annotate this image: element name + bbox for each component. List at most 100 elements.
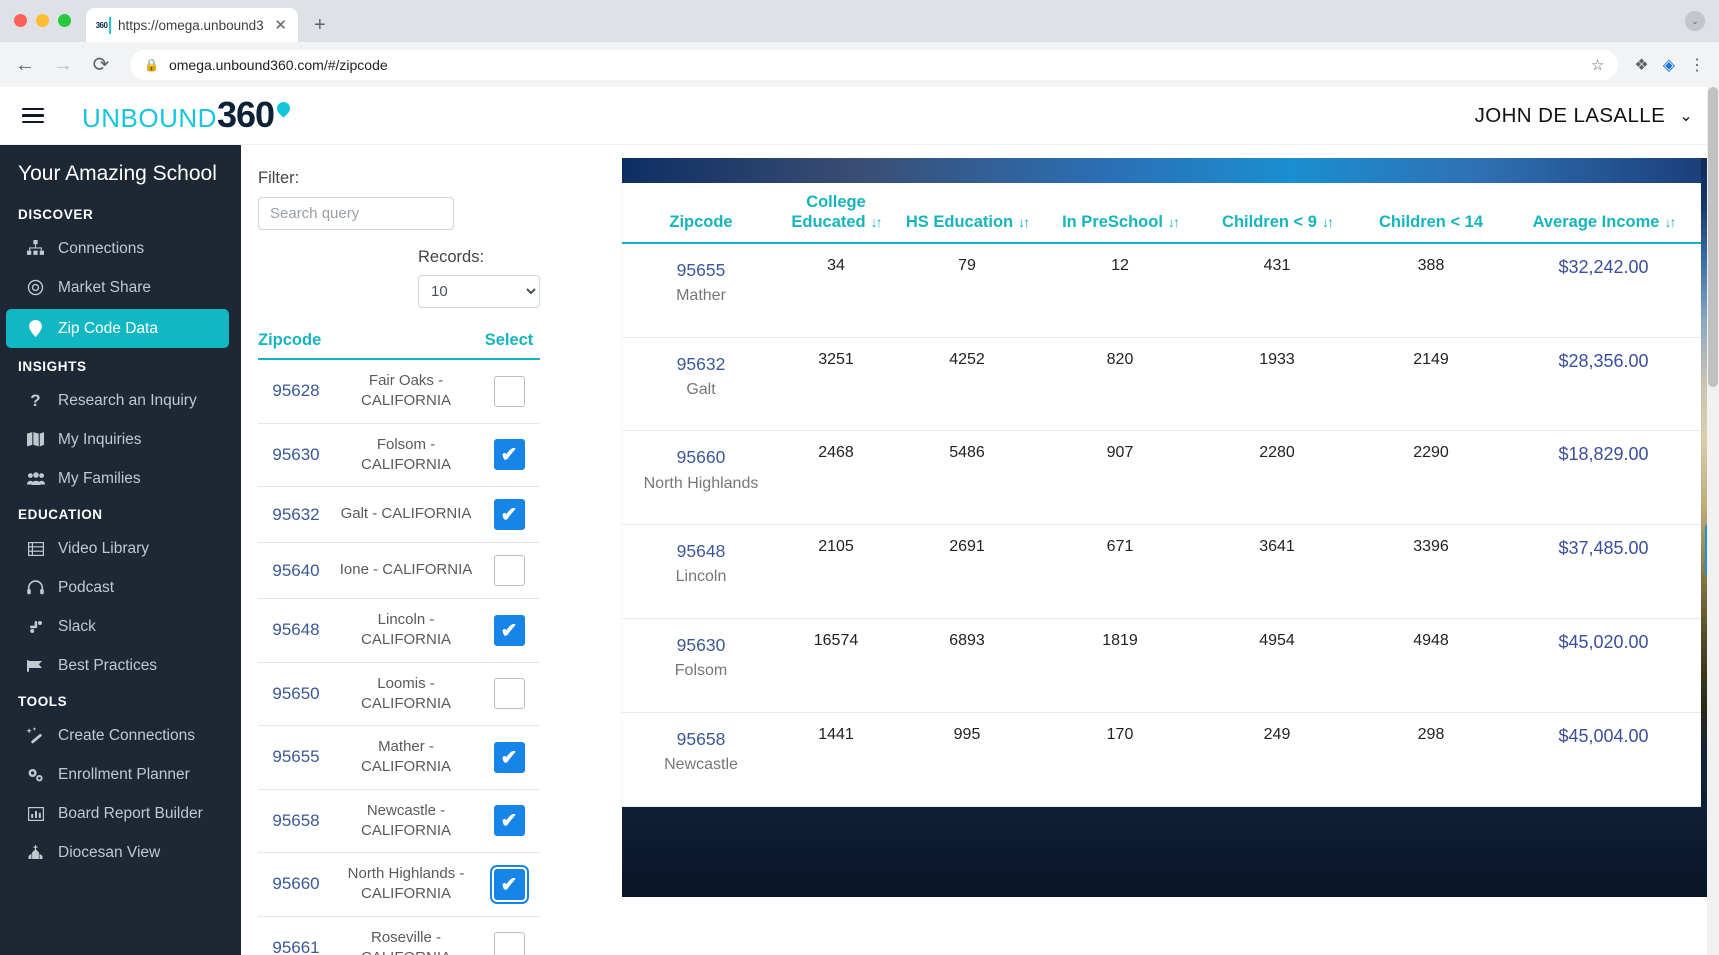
col-header-hs-education[interactable]: HS Education ↓↑ — [892, 183, 1042, 244]
sidebar-item-board-report-builder[interactable]: Board Report Builder — [0, 794, 241, 833]
col-header-children-under-9[interactable]: Children < 9 ↓↑ — [1198, 183, 1356, 244]
list-item[interactable]: 95632 Galt - CALIFORNIA ✔ — [258, 487, 540, 543]
city-value: Ione - CALIFORNIA — [339, 561, 473, 579]
close-window-button[interactable] — [14, 14, 27, 27]
new-tab-button[interactable]: + — [314, 14, 326, 37]
sidebar-item-create-connections[interactable]: Create Connections — [0, 716, 241, 755]
list-item[interactable]: 95658 Newcastle - CALIFORNIA ✔ — [258, 790, 540, 853]
list-item[interactable]: 95630 Folsom - CALIFORNIA ✔ — [258, 424, 540, 487]
search-input[interactable] — [258, 197, 454, 230]
forward-button-icon[interactable]: → — [52, 55, 74, 75]
window-options-icon[interactable]: ⌄ — [1685, 11, 1705, 31]
app-header: UNBOUND 360 JOHN DE LASALLE ⌄ — [0, 87, 1719, 145]
logo-unbound-text: UNBOUND — [82, 103, 217, 133]
table-row[interactable]: 95658 Newcastle 1441 995 170 249 298 $45,… — [622, 712, 1701, 808]
sidebar-item-diocesan-view[interactable]: Diocesan View — [0, 833, 241, 872]
select-checkbox[interactable]: ✔ — [493, 439, 525, 471]
sidebar-item-zip-code-data[interactable]: Zip Code Data — [6, 309, 229, 348]
select-checkbox[interactable] — [493, 375, 525, 407]
address-bar[interactable]: 🔒 omega.unbound360.com/#/zipcode ☆ — [130, 49, 1619, 80]
back-button-icon[interactable]: ← — [14, 55, 36, 75]
table-row[interactable]: 95655 Mather 34 79 12 431 388 $32,242.00 — [622, 242, 1701, 338]
cell-in-preschool: 671 — [1042, 524, 1198, 620]
select-checkbox[interactable]: ✔ — [489, 864, 529, 904]
table-row[interactable]: 95630 Folsom 16574 6893 1819 4954 4948 $4… — [622, 618, 1701, 714]
sitemap-icon — [26, 239, 45, 258]
zipcode-data-table: Zipcode College Educated ↓↑ HS Education ↓… — [622, 183, 1701, 808]
hamburger-menu-icon[interactable] — [22, 107, 44, 124]
tab-close-icon[interactable]: ✕ — [271, 18, 290, 33]
page-scrollbar[interactable] — [1707, 87, 1719, 955]
city-value: Fair Oaks - CALIFORNIA — [360, 372, 451, 410]
extensions-icon[interactable]: ❖ — [1634, 55, 1648, 75]
list-item[interactable]: 95661 Roseville - CALIFORNIA — [258, 917, 540, 955]
sidebar-item-label: Zip Code Data — [58, 319, 158, 337]
select-checkbox[interactable]: ✔ — [493, 741, 525, 773]
cell-children-under-9: 431 — [1198, 242, 1356, 338]
reload-button-icon[interactable]: ⟳ — [90, 55, 112, 75]
list-item[interactable]: 95628 Fair Oaks - CALIFORNIA — [258, 360, 540, 424]
col-header-average-income[interactable]: Average Income ↓↑ — [1506, 183, 1701, 244]
table-row[interactable]: 95632 Galt 3251 4252 820 1933 2149 $28,35… — [622, 337, 1701, 432]
cell-hs-education: 4252 — [892, 337, 1042, 432]
col-header-college-educated[interactable]: College Educated ↓↑ — [780, 183, 892, 244]
col-header-in-preschool[interactable]: In PreSchool ↓↑ — [1042, 183, 1198, 244]
sidebar-item-label: Slack — [58, 617, 96, 635]
tab-title: https://omega.unbound360.co — [118, 17, 264, 33]
list-item[interactable]: 95660 North Highlands - CALIFORNIA ✔ — [258, 853, 540, 917]
col-header-children-under-14[interactable]: Children < 14 — [1356, 183, 1506, 244]
sidebar-item-video-library[interactable]: Video Library — [0, 529, 241, 568]
records-per-page-select[interactable]: 10 — [418, 275, 540, 308]
sort-icon[interactable]: ↓↑ — [1664, 214, 1676, 231]
sidebar-item-podcast[interactable]: Podcast — [0, 568, 241, 607]
browser-tab[interactable]: 360 https://omega.unbound360.co ✕ — [86, 8, 298, 42]
table-row[interactable]: 95648 Lincoln 2105 2691 671 3641 3396 $37… — [622, 524, 1701, 620]
sort-icon[interactable]: ↓↑ — [1168, 214, 1180, 231]
sort-icon[interactable]: ↓↑ — [1018, 214, 1030, 231]
sidebar-item-connections[interactable]: Connections — [0, 229, 241, 268]
header-zipcode[interactable]: Zipcode — [258, 331, 334, 350]
select-checkbox[interactable] — [493, 932, 525, 955]
sort-icon[interactable]: ↓↑ — [1322, 214, 1334, 231]
table-row[interactable]: 95660 North Highlands 2468 5486 907 2280 … — [622, 430, 1701, 526]
sidebar-item-best-practices[interactable]: Best Practices — [0, 646, 241, 685]
sidebar-item-my-families[interactable]: My Families — [0, 459, 241, 498]
select-checkbox[interactable] — [493, 555, 525, 586]
filter-label: Filter: — [258, 169, 300, 187]
bookmark-star-icon[interactable]: ☆ — [1591, 56, 1604, 74]
user-menu[interactable]: JOHN DE LASALLE ⌄ — [1475, 104, 1693, 128]
cell-children-under-9: 249 — [1198, 712, 1356, 808]
url-text: omega.unbound360.com/#/zipcode — [168, 56, 388, 73]
sidebar: Your Amazing School DISCOVER Connections… — [0, 145, 241, 955]
cell-zipcode: 95632 Galt — [622, 337, 780, 432]
cell-college-educated: 16574 — [780, 618, 892, 714]
zipcode-data-card: Zipcode College Educated ↓↑ HS Education ↓… — [622, 158, 1701, 808]
select-checkbox[interactable]: ✔ — [493, 499, 525, 530]
list-item[interactable]: 95655 Mather - CALIFORNIA ✔ — [258, 726, 540, 790]
select-checkbox[interactable]: ✔ — [493, 614, 525, 646]
shield-icon[interactable]: ◈ — [1663, 55, 1675, 75]
select-checkbox[interactable]: ✔ — [493, 805, 525, 837]
sidebar-item-enrollment-planner[interactable]: Enrollment Planner — [0, 755, 241, 794]
city-value: Roseville - CALIFORNIA — [361, 928, 451, 955]
scrollbar-thumb[interactable] — [1708, 87, 1718, 387]
cell-children-under-9: 2280 — [1198, 430, 1356, 526]
list-item[interactable]: 95640 Ione - CALIFORNIA — [258, 543, 540, 599]
maximize-window-button[interactable] — [58, 14, 71, 27]
list-item[interactable]: 95650 Loomis - CALIFORNIA — [258, 663, 540, 726]
sidebar-item-my-inquiries[interactable]: My Inquiries — [0, 420, 241, 459]
cell-zipcode: 95648 Lincoln — [622, 524, 780, 620]
list-item[interactable]: 95648 Lincoln - CALIFORNIA ✔ — [258, 599, 540, 663]
cell-children-under-14: 4948 — [1356, 618, 1506, 714]
col-header-zipcode[interactable]: Zipcode — [622, 183, 780, 244]
browser-toolbar: ← → ⟳ 🔒 omega.unbound360.com/#/zipcode ☆… — [0, 42, 1719, 87]
select-checkbox[interactable] — [493, 678, 525, 710]
sidebar-item-market-share[interactable]: Market Share — [0, 268, 241, 307]
minimize-window-button[interactable] — [36, 14, 49, 27]
sidebar-item-slack[interactable]: Slack — [0, 607, 241, 646]
sort-icon[interactable]: ↓↑ — [871, 214, 883, 231]
browser-menu-icon[interactable]: ⋮ — [1689, 55, 1705, 75]
records-label: Records: — [418, 248, 485, 266]
sidebar-item-research-an-inquiry[interactable]: ? Research an Inquiry — [0, 381, 241, 420]
city-value: Galt - CALIFORNIA — [340, 505, 472, 523]
